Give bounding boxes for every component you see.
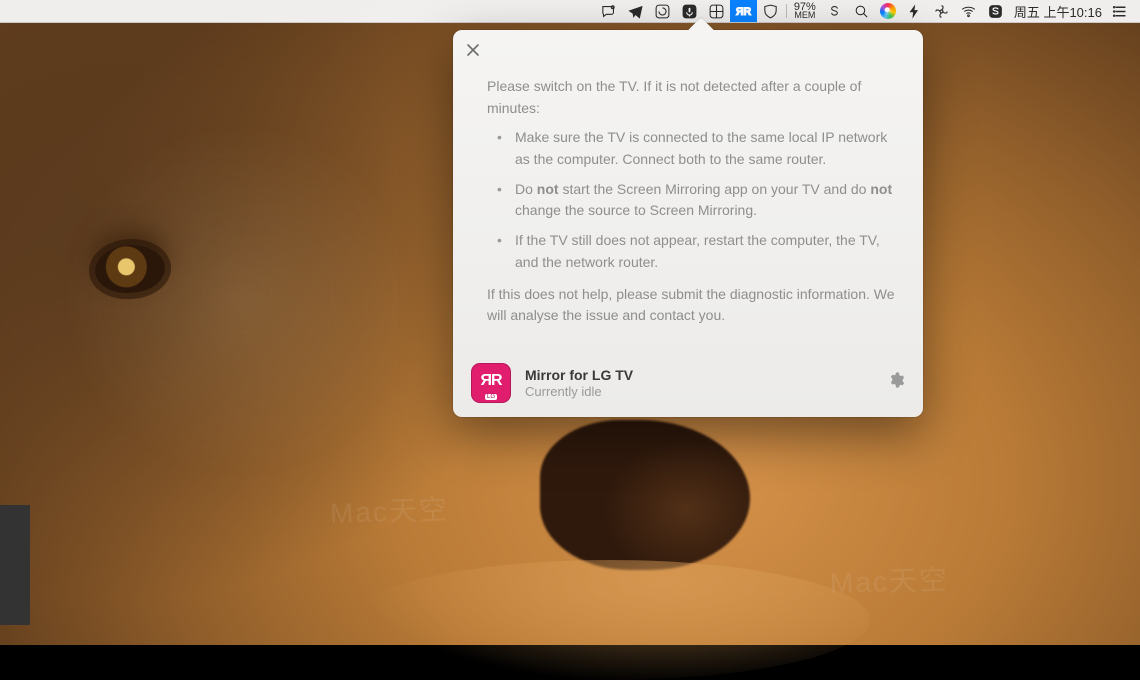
menubar-app-s-icon[interactable] <box>982 0 1009 22</box>
menubar-grid-icon[interactable] <box>703 0 730 22</box>
app-title: Mirror for LG TV <box>525 367 873 383</box>
menubar-notifications-icon[interactable] <box>1107 0 1134 22</box>
menubar-telegram-icon[interactable] <box>622 0 649 22</box>
app-icon: ЯR LG <box>471 363 511 403</box>
instructions-intro: Please switch on the TV. If it is not de… <box>487 76 895 119</box>
menubar-wifi-icon[interactable] <box>955 0 982 22</box>
menubar: ЯR 97% MEM 周五 上午10:16 <box>0 0 1140 23</box>
menubar-fan-icon[interactable] <box>928 0 955 22</box>
instruction-item: Make sure the TV is connected to the sam… <box>515 127 895 170</box>
app-icon-badge: LG <box>485 394 497 400</box>
mirror-popover: Please switch on the TV. If it is not de… <box>453 30 923 417</box>
menubar-mirror-app-icon[interactable]: ЯR <box>730 0 757 22</box>
menubar-clock[interactable]: 周五 上午10:16 <box>1009 0 1107 22</box>
popover-footer: ЯR LG Mirror for LG TV Currently idle <box>453 353 923 417</box>
wallpaper-decoration <box>350 560 870 680</box>
close-button[interactable] <box>465 42 481 58</box>
settings-button[interactable] <box>887 371 905 394</box>
instructions-outro: If this does not help, please submit the… <box>487 284 895 327</box>
watermark: Mac天空 <box>329 488 449 532</box>
left-edge-bar <box>0 505 30 625</box>
menubar-separator <box>786 4 787 18</box>
app-status: Currently idle <box>525 384 873 399</box>
instruction-item: Do not start the Screen Mirroring app on… <box>515 179 895 222</box>
menubar-bolt-icon[interactable] <box>901 0 928 22</box>
menubar-spiral-icon[interactable] <box>649 0 676 22</box>
wallpaper-decoration <box>540 420 750 570</box>
menubar-chat-icon[interactable] <box>595 0 622 22</box>
menubar-siri-icon[interactable] <box>875 0 901 22</box>
popover-body: Please switch on the TV. If it is not de… <box>453 30 923 353</box>
memory-label: MEM <box>794 10 815 20</box>
clock-text: 周五 上午10:16 <box>1014 2 1102 21</box>
instruction-item: If the TV still does not appear, restart… <box>515 230 895 273</box>
menubar-shield-icon[interactable] <box>757 0 784 22</box>
menubar-s-icon[interactable] <box>821 0 848 22</box>
menubar-spotlight-icon[interactable] <box>848 0 875 22</box>
wallpaper-decoration <box>93 243 166 296</box>
menubar-memory-indicator[interactable]: 97% MEM <box>789 0 821 22</box>
app-icon-glyph: ЯR <box>480 373 501 389</box>
svg-text:ЯR: ЯR <box>736 6 752 18</box>
instructions-list: Make sure the TV is connected to the sam… <box>487 127 895 273</box>
